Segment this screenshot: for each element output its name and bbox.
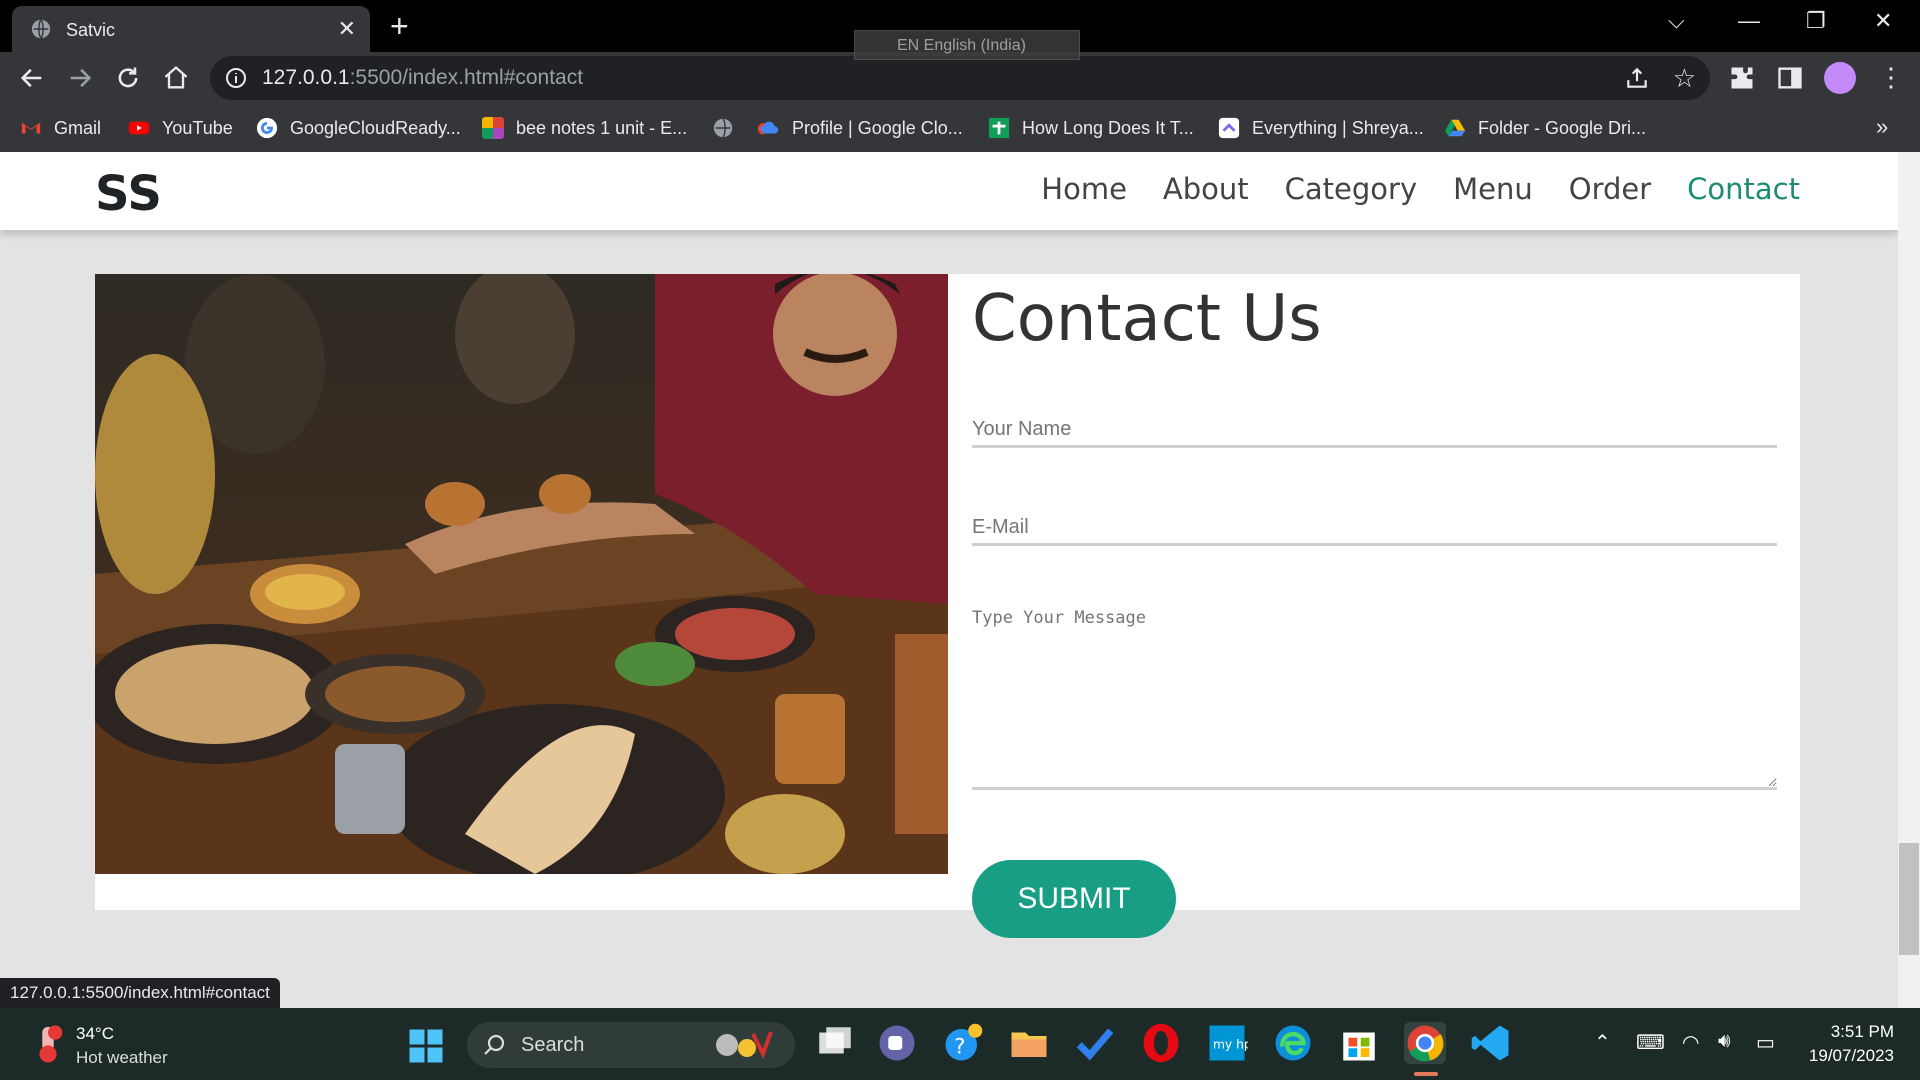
extensions-icon[interactable] bbox=[1728, 64, 1756, 92]
svg-text:?: ? bbox=[954, 1035, 965, 1059]
close-window-icon[interactable]: ✕ bbox=[1874, 8, 1892, 34]
status-url-bubble: 127.0.0.1:5500/index.html#contact bbox=[0, 978, 280, 1008]
bookmark-youtube[interactable]: YouTube bbox=[128, 115, 233, 141]
google-cloud-icon bbox=[758, 121, 779, 135]
volume-icon[interactable]: 🔊︎ bbox=[1718, 1030, 1731, 1053]
chrome-icon[interactable] bbox=[1404, 1022, 1446, 1064]
more-bookmarks-icon[interactable]: » bbox=[1876, 114, 1888, 140]
youtube-icon bbox=[128, 121, 150, 135]
url-text: 127.0.0.1:5500/index.html#contact bbox=[262, 66, 584, 89]
bookmark-globe[interactable] bbox=[712, 115, 746, 141]
minimize-icon[interactable]: — bbox=[1738, 8, 1760, 34]
info-icon[interactable] bbox=[224, 66, 248, 90]
submit-button[interactable]: SUBMIT bbox=[972, 860, 1176, 938]
green-plus-icon bbox=[988, 117, 1010, 139]
edge-icon[interactable] bbox=[1272, 1022, 1314, 1064]
teams-chat-icon[interactable] bbox=[876, 1022, 918, 1064]
clickup-icon bbox=[1218, 117, 1240, 139]
battery-icon[interactable]: ▭ bbox=[1756, 1030, 1775, 1055]
gmail-icon bbox=[21, 122, 41, 134]
file-explorer-icon[interactable] bbox=[1008, 1022, 1050, 1064]
profile-avatar[interactable] bbox=[1824, 62, 1856, 94]
back-icon[interactable] bbox=[18, 64, 46, 92]
nav-home[interactable]: Home bbox=[1041, 172, 1127, 206]
nav-contact[interactable]: Contact bbox=[1687, 172, 1800, 206]
browser-tab[interactable]: Satvic ✕ bbox=[12, 6, 370, 52]
chevron-up-icon[interactable]: ⌃ bbox=[1594, 1030, 1611, 1055]
search-highlight-icon bbox=[716, 1031, 773, 1060]
weather-thermometer-icon[interactable] bbox=[30, 1024, 66, 1064]
globe-icon bbox=[31, 19, 51, 39]
opera-icon[interactable] bbox=[1140, 1022, 1182, 1064]
bookmark-star-icon[interactable]: ☆ bbox=[1673, 63, 1696, 94]
search-icon bbox=[484, 1034, 505, 1055]
home-icon[interactable] bbox=[162, 64, 190, 92]
restaurant-dining-photo bbox=[95, 274, 948, 874]
windows-taskbar: 34°C Hot weather Search ? my hp ⌃ ⌨ ◠ 🔊︎… bbox=[0, 1008, 1920, 1080]
site-header: SS Home About Category Menu Order Contac… bbox=[0, 152, 1898, 230]
site-logo[interactable]: SS bbox=[95, 166, 162, 222]
chevron-down-icon[interactable]: ⌵ bbox=[1668, 8, 1685, 34]
close-tab-icon[interactable]: ✕ bbox=[338, 16, 356, 42]
bookmark-google-drive[interactable]: Folder - Google Dri... bbox=[1444, 115, 1646, 141]
weather-description[interactable]: Hot weather bbox=[76, 1048, 168, 1068]
windows-start-icon[interactable] bbox=[408, 1028, 444, 1064]
todo-check-icon[interactable] bbox=[1074, 1022, 1116, 1064]
page-viewport: SS Home About Category Menu Order Contac… bbox=[0, 152, 1898, 1008]
task-view-icon[interactable] bbox=[814, 1022, 856, 1064]
bookmark-bee-notes[interactable]: bee notes 1 unit - E... bbox=[482, 115, 687, 141]
google-drive-icon bbox=[1444, 119, 1466, 137]
contact-title: Contact Us bbox=[972, 282, 1322, 356]
dining-table-illustration bbox=[95, 274, 948, 874]
name-input[interactable] bbox=[972, 414, 1777, 448]
google-icon bbox=[256, 117, 278, 139]
nav-menu[interactable]: Menu bbox=[1453, 172, 1533, 206]
contact-section: Contact Us SUBMIT bbox=[95, 274, 1800, 938]
new-tab-button[interactable]: + bbox=[390, 8, 409, 45]
weather-temperature[interactable]: 34°C bbox=[76, 1024, 114, 1044]
bookmark-profile-google-cloud[interactable]: Profile | Google Clo... bbox=[758, 115, 963, 141]
forward-icon[interactable] bbox=[66, 64, 94, 92]
search-label: Search bbox=[521, 1034, 585, 1056]
bookmarks-bar: Gmail YouTube GoogleCloudReady... bee no… bbox=[0, 104, 1920, 152]
address-bar[interactable]: 127.0.0.1:5500/index.html#contact ☆ bbox=[210, 56, 1710, 100]
nav-category[interactable]: Category bbox=[1285, 172, 1417, 206]
restore-icon[interactable]: ❐ bbox=[1806, 8, 1826, 34]
message-textarea[interactable] bbox=[972, 608, 1777, 790]
browser-title-bar: Satvic ✕ + EN English (India) ⌵ — ❐ ✕ bbox=[0, 0, 1920, 60]
reload-icon[interactable] bbox=[114, 64, 142, 92]
taskbar-search[interactable]: Search bbox=[467, 1022, 795, 1068]
bookmark-everything-shreya[interactable]: Everything | Shreya... bbox=[1218, 115, 1424, 141]
email-input[interactable] bbox=[972, 512, 1777, 546]
active-app-indicator bbox=[1414, 1072, 1438, 1076]
microsoft-store-icon[interactable] bbox=[1338, 1022, 1380, 1064]
share-icon[interactable] bbox=[1624, 65, 1650, 91]
bookmark-how-long[interactable]: How Long Does It T... bbox=[988, 115, 1194, 141]
side-panel-icon[interactable] bbox=[1776, 64, 1804, 92]
get-help-icon[interactable]: ? bbox=[942, 1022, 984, 1064]
clock-time[interactable]: 3:51 PM bbox=[1831, 1022, 1894, 1042]
language-indicator: EN English (India) bbox=[854, 30, 1080, 60]
myhp-icon[interactable]: my hp bbox=[1206, 1022, 1252, 1064]
bookmark-googlecloudready[interactable]: GoogleCloudReady... bbox=[256, 115, 461, 141]
main-nav: Home About Category Menu Order Contact bbox=[1041, 172, 1800, 206]
bookmark-gmail[interactable]: Gmail bbox=[20, 115, 101, 141]
svg-text:my hp: my hp bbox=[1213, 1037, 1248, 1051]
scrollbar-thumb[interactable] bbox=[1899, 843, 1919, 955]
colorful-grid-icon bbox=[482, 117, 504, 139]
menu-kebab-icon[interactable]: ⋮ bbox=[1878, 62, 1906, 92]
keyboard-icon[interactable]: ⌨ bbox=[1636, 1030, 1665, 1055]
wifi-icon[interactable]: ◠ bbox=[1682, 1030, 1699, 1055]
nav-about[interactable]: About bbox=[1163, 172, 1249, 206]
nav-order[interactable]: Order bbox=[1569, 172, 1651, 206]
clock-date[interactable]: 19/07/2023 bbox=[1809, 1046, 1894, 1066]
vscode-icon[interactable] bbox=[1470, 1022, 1512, 1064]
globe-icon bbox=[713, 118, 733, 138]
tab-title: Satvic bbox=[66, 20, 116, 40]
